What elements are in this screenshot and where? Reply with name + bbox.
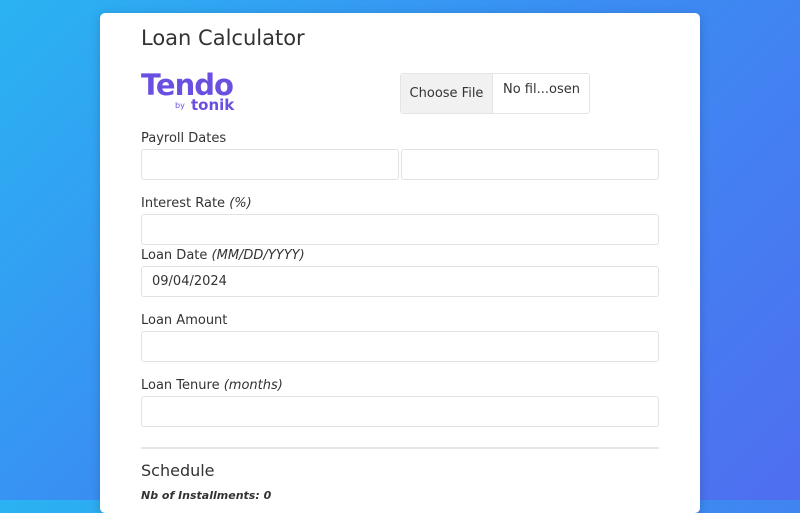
calculator-card: Loan Calculator Tendo by tonik Choose Fi… (100, 13, 700, 513)
interest-rate-unit: (%) (229, 196, 252, 211)
loan-date-format: (MM/DD/YYYY) (211, 248, 305, 263)
loan-amount-input[interactable] (141, 331, 659, 362)
choose-file-button[interactable]: Choose File (401, 74, 493, 113)
loan-date-label-text: Loan Date (141, 248, 208, 263)
file-status-text: No fil...osen (503, 82, 580, 97)
interest-rate-label-text: Interest Rate (141, 196, 226, 211)
loan-tenure-input[interactable] (141, 396, 659, 427)
tendo-logo: Tendo by tonik (141, 69, 241, 119)
logo-sub-wordmark: tonik (191, 96, 235, 114)
interest-rate-input[interactable] (141, 214, 659, 245)
loan-tenure-label: Loan Tenure (months) (141, 378, 283, 393)
interest-rate-label: Interest Rate (%) (141, 196, 252, 211)
schedule-heading: Schedule (141, 461, 215, 480)
logo-by-text: by (175, 101, 185, 110)
payroll-dates-label-text: Payroll Dates (141, 131, 227, 146)
loan-tenure-label-text: Loan Tenure (141, 378, 220, 393)
payroll-date-2-input[interactable] (401, 149, 659, 180)
loan-amount-label: Loan Amount (141, 313, 227, 328)
loan-amount-label-text: Loan Amount (141, 313, 228, 328)
installments-count: Nb of Installments: 0 (141, 489, 272, 502)
loan-date-label: Loan Date (MM/DD/YYYY) (141, 248, 305, 263)
loan-tenure-unit: (months) (223, 378, 283, 393)
section-divider (141, 447, 659, 449)
loan-date-input[interactable]: 09/04/2024 (141, 266, 659, 297)
payroll-date-1-input[interactable] (141, 149, 399, 180)
page-title: Loan Calculator (141, 26, 305, 50)
file-upload-input[interactable]: Choose File No fil...osen (400, 73, 590, 114)
payroll-dates-label: Payroll Dates (141, 131, 226, 146)
